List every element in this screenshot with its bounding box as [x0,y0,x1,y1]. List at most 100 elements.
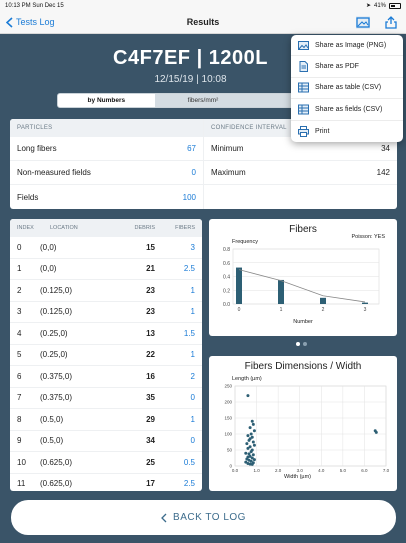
share-menu: Share as Image (PNG) Share as PDF Share … [291,35,403,142]
y-tick-label: 100 [224,432,232,437]
scatter-point [251,440,255,444]
print-item[interactable]: Print [291,121,403,142]
dimensions-chart-panel[interactable]: Fibers Dimensions / Width Length (µm) 0.… [209,356,397,491]
histogram-bar [320,297,326,304]
y-tick-label: 0.8 [223,247,230,253]
share-icon[interactable] [384,15,398,29]
fibers-chart-panel[interactable]: Fibers Poisson: YES Frequency 0.0 0.2 0.4 0… [209,219,397,336]
fibers-x-label: Number [293,319,313,325]
row-location: (0.5,0) [40,414,64,424]
scatter-point [249,450,253,454]
column-location: LOCATION [50,225,78,231]
image-icon [298,40,309,50]
back-to-log-button[interactable]: BACK TO LOG [11,500,396,535]
x-tick-label: 3 [364,307,367,313]
table-icon [298,104,309,115]
column-debris: DEBRIS [134,225,155,231]
minimum-value: 34 [381,144,390,153]
table-row[interactable]: 10 (0.625,0) 25 0.5 [10,452,202,474]
histogram-bar [236,267,242,304]
row-index: 0 [17,242,22,252]
share-as-fields-csv-item[interactable]: Share as fields (CSV) [291,99,403,121]
segment-fibers-per-mm2[interactable]: fibers/mm² [155,94,252,107]
row-location: (0.25,0) [40,350,68,360]
back-to-tests-log-button[interactable]: Tests Log [6,16,55,28]
x-tick-label: 7.0 [383,468,390,473]
row-fibers: 3 [190,242,195,252]
x-tick-label: 1 [280,307,283,313]
row-debris: 13 [146,328,155,338]
table-row[interactable]: 11 (0.625,0) 17 2.5 [10,474,202,492]
table-row[interactable]: 9 (0.5,0) 34 0 [10,431,202,452]
scatter-point [246,434,250,438]
segment-by-numbers[interactable]: by Numbers [58,94,155,107]
row-location: (0.25,0) [40,328,68,338]
scatter-point [251,422,255,426]
row-debris: 21 [146,264,155,274]
row-debris: 15 [146,242,155,252]
share-as-table-csv-item[interactable]: Share as table (CSV) [291,78,403,100]
row-index: 2 [17,285,22,295]
row-debris: 16 [146,371,155,381]
y-tick-label: 50 [227,448,233,453]
back-label: Tests Log [16,17,55,27]
table-row[interactable]: 7 (0.375,0) 35 0 [10,388,202,409]
x-tick-label: 0 [238,307,241,313]
poisson-fit-line [238,269,366,303]
plot-area [234,385,387,467]
table-icon [298,82,309,93]
share-as-image-label: Share as Image (PNG) [315,41,387,49]
histogram-bar [362,302,368,304]
non-measured-fields-row: Non-measured fields 0 [10,161,203,185]
y-tick-label: 0.2 [223,288,230,294]
column-index: INDEX [17,225,34,231]
page-dot-1[interactable] [296,342,300,346]
scatter-point [249,432,253,436]
x-tick-label: 4.0 [318,468,325,473]
x-tick-label: 6.0 [361,468,368,473]
scatter-point [251,453,255,457]
row-index: 3 [17,307,22,317]
row-index: 11 [17,479,26,489]
page-dot-2[interactable] [303,342,307,346]
share-as-pdf-item[interactable]: Share as PDF [291,56,403,78]
table-row[interactable]: 2 (0.125,0) 23 1 [10,280,202,302]
status-date: Sun Dec 15 [32,2,64,9]
non-measured-fields-value: 0 [191,168,196,177]
document-icon [299,61,308,73]
row-location: (0.375,0) [40,371,73,381]
row-location: (0.625,0) [40,479,73,489]
row-fibers: 2.5 [183,479,195,489]
row-debris: 29 [146,414,155,424]
x-tick-label: 2.0 [275,468,282,473]
fields-value: 100 [182,192,196,202]
navigation-bar: Tests Log Results [0,11,406,34]
fields-table[interactable]: INDEX LOCATION DEBRIS FIBERS 0 (0,0) 15 3 1(… [10,219,202,491]
table-row[interactable]: 0 (0,0) 15 3 [10,237,202,259]
table-row[interactable]: 4 (0.25,0) 13 1.5 [10,323,202,345]
row-location: (0.375,0) [40,393,73,403]
table-row[interactable]: 5 (0.25,0) 22 1 [10,345,202,366]
scatter-point [252,443,256,447]
scatter-point [248,426,252,430]
row-location: (0,0) [40,264,57,274]
share-as-image-item[interactable]: Share as Image (PNG) [291,35,403,57]
status-time: 10:13 PM [5,2,31,9]
scatter-point [247,438,251,442]
y-tick-label: 0.6 [223,261,230,267]
scatter-point [246,446,250,450]
table-row[interactable]: 3 (0.125,0) 23 1 [10,302,202,323]
row-debris: 35 [146,393,155,403]
page-indicator[interactable] [296,342,307,346]
row-fibers: 1 [190,307,195,317]
particles-header: PARTICLES [10,119,203,137]
row-index: 4 [17,328,22,338]
table-row[interactable]: 6 (0.375,0) 16 2 [10,366,202,388]
image-share-icon[interactable] [356,15,370,29]
chevron-left-icon [6,16,13,28]
back-to-log-label: BACK TO LOG [173,512,246,523]
table-row[interactable]: 8 (0.5,0) 29 1 [10,409,202,431]
table-row[interactable]: 1 (0,0) 21 2.5 [10,259,202,280]
y-tick-label: 0.4 [223,275,230,281]
y-tick-label: 250 [224,384,232,389]
